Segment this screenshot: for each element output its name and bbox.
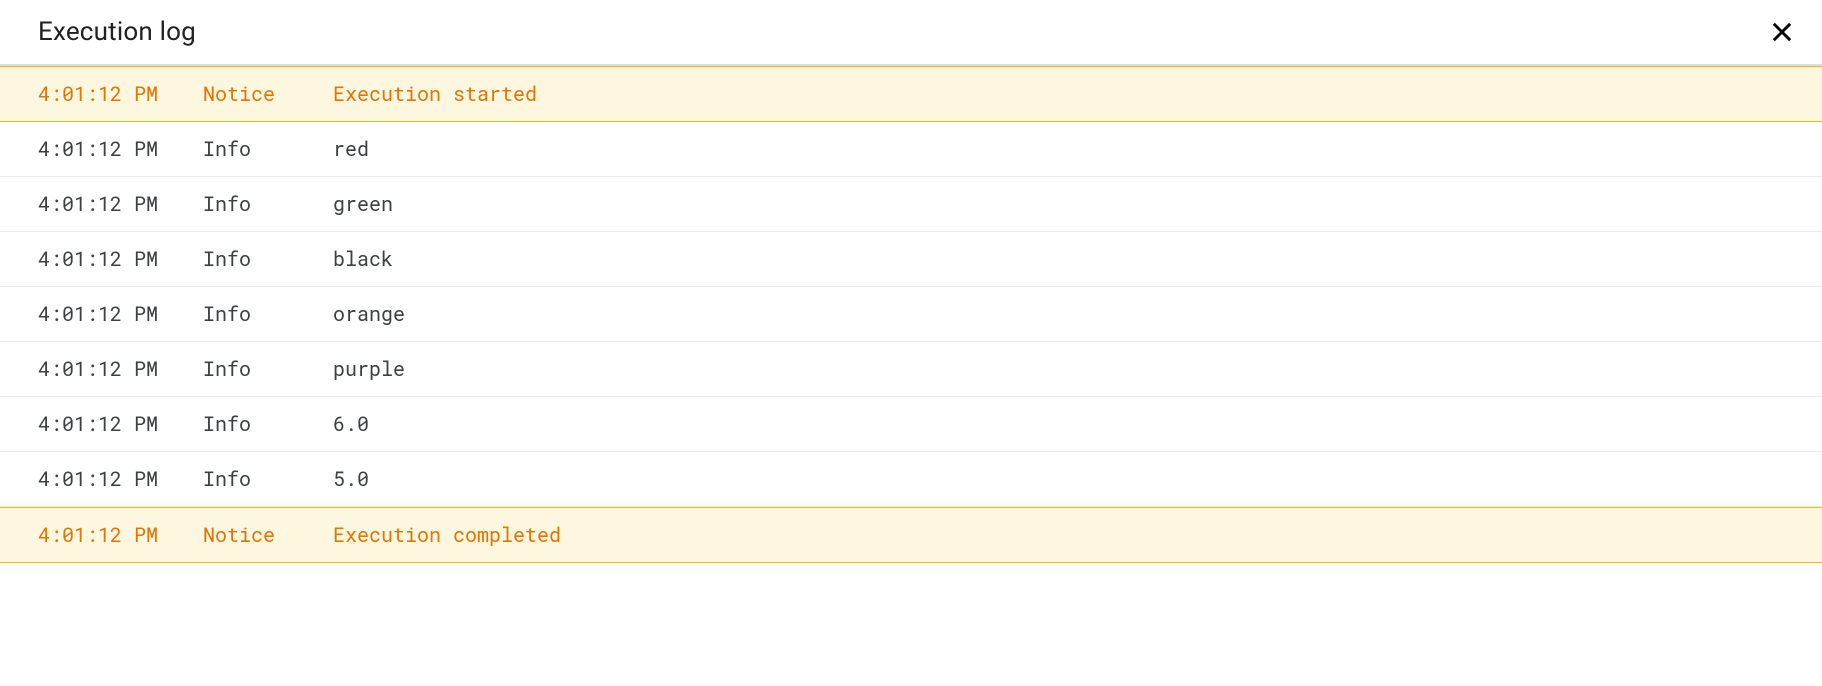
- log-message: orange: [333, 301, 1822, 327]
- log-level: Info: [203, 466, 333, 492]
- execution-log-table: 4:01:12 PMNoticeExecution started4:01:12…: [0, 65, 1822, 563]
- log-level: Notice: [203, 81, 333, 107]
- log-row: 4:01:12 PMInfored: [0, 122, 1822, 177]
- log-time: 4:01:12 PM: [38, 522, 203, 548]
- log-level: Info: [203, 356, 333, 382]
- log-row: 4:01:12 PMInfogreen: [0, 177, 1822, 232]
- log-time: 4:01:12 PM: [38, 301, 203, 327]
- log-time: 4:01:12 PM: [38, 81, 203, 107]
- log-message: Execution started: [333, 81, 1822, 107]
- log-row: 4:01:12 PMInfopurple: [0, 342, 1822, 397]
- log-message: Execution completed: [333, 522, 1822, 548]
- log-time: 4:01:12 PM: [38, 466, 203, 492]
- log-time: 4:01:12 PM: [38, 356, 203, 382]
- log-level: Info: [203, 411, 333, 437]
- log-message: black: [333, 246, 1822, 272]
- log-row: 4:01:12 PMInfoblack: [0, 232, 1822, 287]
- close-button[interactable]: [1766, 16, 1798, 48]
- log-message: 5.0: [333, 466, 1822, 492]
- page-title: Execution log: [38, 17, 196, 47]
- log-row: 4:01:12 PMInfoorange: [0, 287, 1822, 342]
- log-message: 6.0: [333, 411, 1822, 437]
- log-time: 4:01:12 PM: [38, 246, 203, 272]
- log-time: 4:01:12 PM: [38, 136, 203, 162]
- log-message: red: [333, 136, 1822, 162]
- log-time: 4:01:12 PM: [38, 191, 203, 217]
- log-level: Info: [203, 136, 333, 162]
- log-level: Info: [203, 191, 333, 217]
- log-message: purple: [333, 356, 1822, 382]
- log-time: 4:01:12 PM: [38, 411, 203, 437]
- log-header: Execution log: [0, 0, 1822, 65]
- log-row: 4:01:12 PMInfo5.0: [0, 452, 1822, 507]
- log-row: 4:01:12 PMNoticeExecution started: [0, 66, 1822, 122]
- log-level: Info: [203, 246, 333, 272]
- log-level: Info: [203, 301, 333, 327]
- log-row: 4:01:12 PMNoticeExecution completed: [0, 507, 1822, 563]
- close-icon: [1768, 18, 1796, 46]
- log-message: green: [333, 191, 1822, 217]
- log-level: Notice: [203, 522, 333, 548]
- log-row: 4:01:12 PMInfo6.0: [0, 397, 1822, 452]
